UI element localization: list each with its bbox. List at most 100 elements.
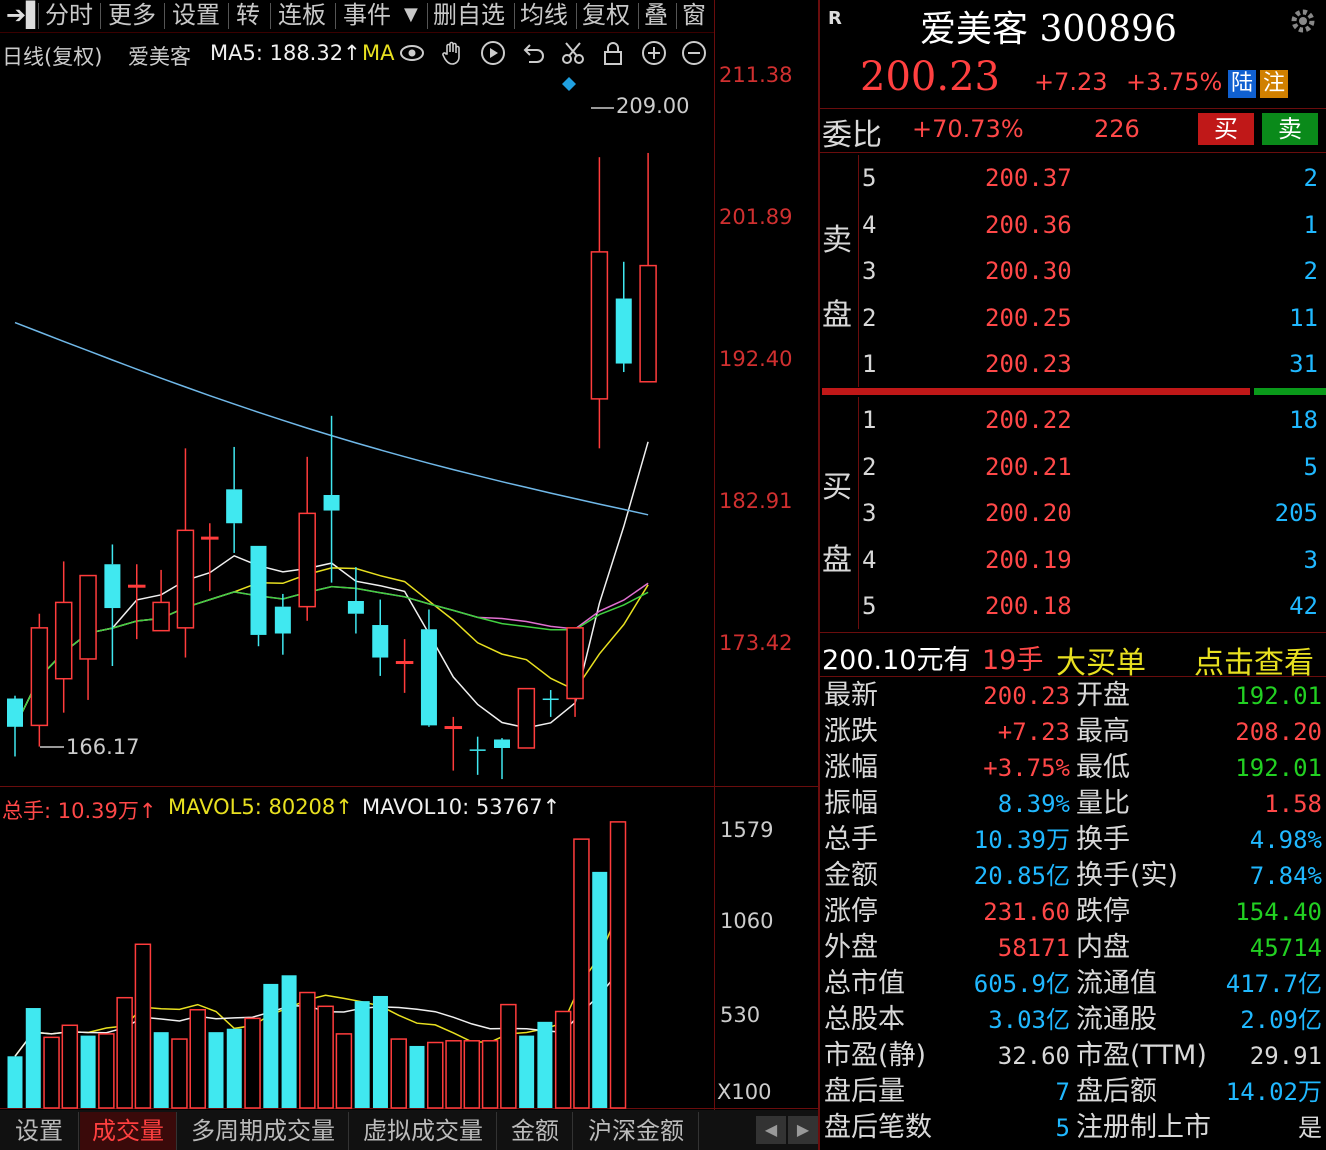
bid-level: 5 <box>862 592 877 620</box>
stat-value: 45714 <box>1249 934 1322 962</box>
volume-bar <box>537 1021 553 1108</box>
ask-price[interactable]: 200.37 <box>985 155 1072 201</box>
ask-volume: 1 <box>1303 210 1318 239</box>
candle <box>274 593 291 655</box>
volume-bar <box>335 1033 353 1109</box>
stat-value: 1.58 <box>1264 790 1322 818</box>
y-tick-label: 201.89 <box>719 205 793 229</box>
tab-settings[interactable]: 设置 <box>0 1112 79 1150</box>
volume-bar <box>519 1035 535 1108</box>
stat-value: 20.85亿 <box>973 862 1070 890</box>
ask-level: 1 <box>862 350 877 378</box>
bid-price[interactable]: 200.18 <box>985 583 1072 629</box>
stat-value: 208.20 <box>1235 718 1322 746</box>
candle <box>517 687 536 749</box>
volume-bar <box>98 1033 115 1109</box>
candle <box>226 446 243 553</box>
candle <box>250 545 267 647</box>
volume-bar <box>43 1036 60 1109</box>
stat-value: 7 <box>1055 1078 1070 1106</box>
candle <box>444 716 463 771</box>
volume-bar <box>481 1040 499 1109</box>
volume-bar <box>281 975 297 1108</box>
candle <box>372 599 389 676</box>
bid-ask-bar-green <box>1254 388 1326 395</box>
volume-tick-label: 1579 <box>720 818 774 842</box>
bid-volume: 5 <box>1303 452 1318 481</box>
ask-price[interactable]: 200.36 <box>985 202 1072 248</box>
candle <box>323 415 340 583</box>
volume-bar <box>7 1056 23 1108</box>
candle <box>615 261 632 373</box>
candle <box>104 544 121 667</box>
stat-value: 是 <box>1298 1114 1322 1142</box>
mavol10-label: MAVOL10: 53767↑ <box>362 795 561 819</box>
stat-value: 417.7亿 <box>1225 970 1322 998</box>
sell-side-label: 盘 <box>822 298 852 333</box>
kline-chart[interactable] <box>0 0 818 1110</box>
candle <box>469 736 486 775</box>
ask-level: 4 <box>862 210 877 239</box>
order-ratio-value: +70.73% <box>912 115 1024 143</box>
buy-side-label: 买 <box>822 470 852 505</box>
candle <box>639 152 657 383</box>
volume-bar <box>134 943 152 1109</box>
bid-price[interactable]: 200.20 <box>985 490 1072 536</box>
candle <box>30 613 49 747</box>
bid-price[interactable]: 200.19 <box>985 537 1072 583</box>
ask-price[interactable]: 200.25 <box>985 295 1072 341</box>
volume-bar <box>354 1001 370 1108</box>
stat-value: 14.02万 <box>1225 1078 1322 1106</box>
candle <box>590 157 609 449</box>
scroll-right-icon[interactable]: ▶ <box>788 1116 818 1144</box>
stat-value: 2.09亿 <box>1240 1006 1322 1034</box>
tab-shsz-amount[interactable]: 沪深金额 <box>574 1112 699 1150</box>
volume-bar <box>317 1005 334 1109</box>
sell-button[interactable]: 卖 <box>1262 113 1318 145</box>
volume-bar <box>263 983 279 1108</box>
scroll-left-icon[interactable]: ◀ <box>756 1116 786 1144</box>
candle <box>298 456 316 621</box>
marker-diamond-icon <box>562 77 576 91</box>
tab-volume[interactable]: 成交量 <box>80 1112 177 1150</box>
r-badge: R <box>828 8 842 29</box>
big-order-qty: 19手 <box>982 645 1044 676</box>
volume-bar <box>171 1038 188 1109</box>
last-price: 200.23 <box>860 54 1000 100</box>
volume-bar <box>116 996 133 1109</box>
bid-level: 2 <box>862 452 877 481</box>
ask-price[interactable]: 200.30 <box>985 248 1072 294</box>
ask-volume: 2 <box>1303 257 1318 285</box>
ask-volume: 31 <box>1289 350 1318 378</box>
stat-value: 192.01 <box>1235 682 1322 710</box>
volume-multiplier-label: X100 <box>717 1080 772 1104</box>
candle <box>54 561 73 713</box>
y-tick-label: 211.38 <box>719 63 793 87</box>
bid-level: 1 <box>862 406 877 434</box>
order-diff-value: 226 <box>1094 115 1140 143</box>
bid-volume: 205 <box>1274 499 1318 527</box>
ask-level: 3 <box>862 257 877 285</box>
stock-title: 爱美客 300896 <box>920 9 1177 50</box>
tab-amount[interactable]: 金额 <box>498 1112 573 1150</box>
tab-virtual-volume[interactable]: 虚拟成交量 <box>350 1112 497 1150</box>
volume-bar-series <box>7 821 627 1109</box>
volume-bar <box>80 1035 96 1108</box>
stat-value: +3.75% <box>983 754 1070 782</box>
hk-connect-tag: 陆 <box>1228 70 1256 98</box>
stat-value: 7.84% <box>1249 862 1322 890</box>
tab-multi-period-volume[interactable]: 多周期成交量 <box>178 1112 349 1150</box>
volume-bar <box>299 991 316 1109</box>
buy-button[interactable]: 买 <box>1198 113 1254 145</box>
ask-volume: 2 <box>1303 164 1318 192</box>
gear-icon[interactable] <box>1288 6 1318 36</box>
ask-price[interactable]: 200.23 <box>985 341 1072 387</box>
bid-price[interactable]: 200.21 <box>985 444 1072 490</box>
stat-value: 10.39万 <box>973 826 1070 854</box>
bid-level: 4 <box>862 545 877 574</box>
volume-bar <box>573 838 590 1109</box>
bid-price[interactable]: 200.22 <box>985 397 1072 443</box>
stat-value: 58171 <box>997 934 1070 962</box>
price-change-pct: +3.75% <box>1126 68 1223 96</box>
stat-value: 32.60 <box>997 1042 1070 1070</box>
